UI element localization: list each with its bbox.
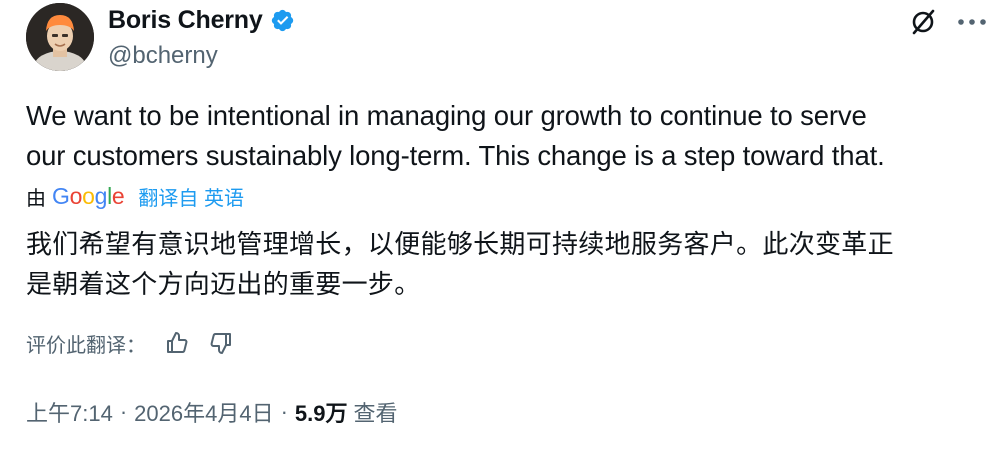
translation-attribution: 由 Google 翻译自 英语 <box>26 182 244 211</box>
tweet-time[interactable]: 上午7:14 <box>26 396 113 428</box>
avatar[interactable] <box>26 3 94 71</box>
tweet-meta: 上午7:14 · 2026年4月4日 · 5.9万 查看 <box>26 396 398 428</box>
grok-icon[interactable] <box>905 4 941 40</box>
translated-text-line: 是朝着这个方向迈出的重要一步。 <box>26 269 421 299</box>
translated-text: 我们希望有意识地管理增长，以便能够长期可持续地服务客户。此次变革正 是朝着这个方… <box>26 224 981 304</box>
author-name-row: Boris Cherny <box>108 6 295 35</box>
views-label: 查看 <box>353 401 398 426</box>
tweet-text-line: We want to be intentional in managing ou… <box>26 100 867 131</box>
thumbs-up-icon[interactable] <box>160 328 194 358</box>
tweet: Boris Cherny @bcherny We want to be inte… <box>0 0 1000 455</box>
thumbs-down-icon[interactable] <box>204 328 238 358</box>
verified-badge-icon[interactable] <box>270 8 295 33</box>
tweet-date[interactable]: 2026年4月4日 <box>134 396 273 428</box>
meta-separator: · <box>119 399 128 424</box>
rate-translation-row: 评价此翻译： <box>26 328 238 358</box>
views-count[interactable]: 5.9万 <box>295 396 348 428</box>
tweet-text: We want to be intentional in managing ou… <box>26 96 976 176</box>
author-display-name[interactable]: Boris Cherny <box>108 6 263 35</box>
more-horizontal-icon[interactable] <box>952 4 992 40</box>
author-handle[interactable]: @bcherny <box>108 42 218 70</box>
google-logo: Google <box>52 183 125 209</box>
rate-translation-label: 评价此翻译： <box>26 334 146 357</box>
meta-separator: · <box>280 399 288 424</box>
translation-by-prefix: 由 <box>26 188 46 210</box>
translated-text-line: 我们希望有意识地管理增长，以便能够长期可持续地服务客户。此次变革正 <box>26 229 894 259</box>
tweet-text-line: our customers sustainably long-term. Thi… <box>26 140 885 171</box>
translated-from-link[interactable]: 翻译自 英语 <box>138 182 244 211</box>
